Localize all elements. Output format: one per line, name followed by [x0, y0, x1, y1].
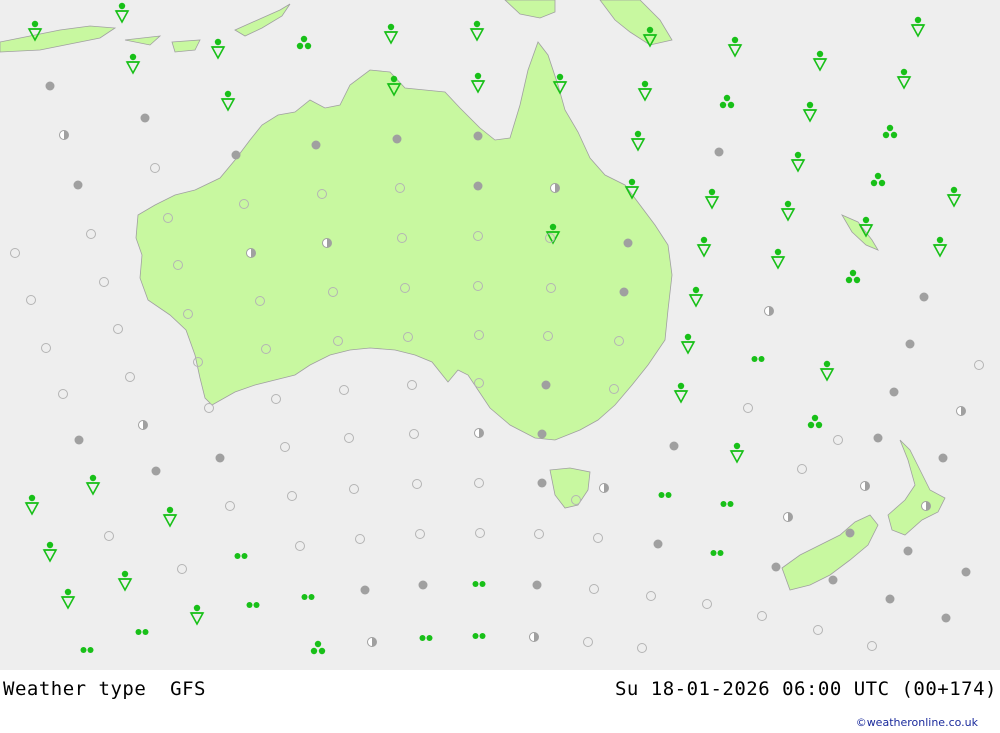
- overcast-icon: [941, 613, 951, 623]
- overcast-icon: [418, 580, 428, 590]
- partly-cloudy-icon: [59, 130, 69, 140]
- overcast-icon: [938, 453, 948, 463]
- overcast-icon: [231, 150, 241, 160]
- overcast-icon: [714, 147, 724, 157]
- overcast-icon: [619, 287, 629, 297]
- overcast-icon: [311, 140, 321, 150]
- partly-cloudy-icon: [860, 481, 870, 491]
- overcast-icon: [215, 453, 225, 463]
- overcast-icon: [873, 433, 883, 443]
- overcast-icon: [828, 575, 838, 585]
- partly-cloudy-icon: [474, 428, 484, 438]
- credit-link[interactable]: ©weatheronline.co.uk: [856, 716, 978, 729]
- overcast-icon: [45, 81, 55, 91]
- partly-cloudy-icon: [783, 512, 793, 522]
- partly-cloudy-icon: [246, 248, 256, 258]
- overcast-icon: [537, 429, 547, 439]
- partly-cloudy-icon: [367, 637, 377, 647]
- overcast-icon: [653, 539, 663, 549]
- overcast-icon: [669, 441, 679, 451]
- partly-cloudy-icon: [599, 483, 609, 493]
- overcast-icon: [360, 585, 370, 595]
- map-title: Weather type GFS: [3, 678, 206, 700]
- overcast-icon: [889, 387, 899, 397]
- overcast-icon: [392, 134, 402, 144]
- partly-cloudy-icon: [550, 183, 560, 193]
- overcast-icon: [623, 238, 633, 248]
- overcast-icon: [537, 478, 547, 488]
- overcast-icon: [961, 567, 971, 577]
- overcast-icon: [151, 466, 161, 476]
- partly-cloudy-icon: [138, 420, 148, 430]
- overcast-icon: [473, 131, 483, 141]
- overcast-icon: [140, 113, 150, 123]
- overcast-icon: [541, 380, 551, 390]
- overcast-icon: [771, 562, 781, 572]
- overcast-icon: [905, 339, 915, 349]
- partly-cloudy-icon: [764, 306, 774, 316]
- overcast-icon: [473, 181, 483, 191]
- footer: Weather type GFS Su 18-01-2026 06:00 UTC…: [0, 670, 1000, 733]
- partly-cloudy-icon: [529, 632, 539, 642]
- map-datetime: Su 18-01-2026 06:00 UTC (00+174): [614, 678, 997, 700]
- overcast-icon: [903, 546, 913, 556]
- overcast-icon: [919, 292, 929, 302]
- partly-cloudy-icon: [322, 238, 332, 248]
- overcast-icon: [885, 594, 895, 604]
- weather-map: [0, 0, 1000, 670]
- overcast-icon: [532, 580, 542, 590]
- overcast-icon: [73, 180, 83, 190]
- partly-cloudy-icon: [921, 501, 931, 511]
- overcast-icon: [845, 528, 855, 538]
- partly-cloudy-icon: [956, 406, 966, 416]
- overcast-icon: [74, 435, 84, 445]
